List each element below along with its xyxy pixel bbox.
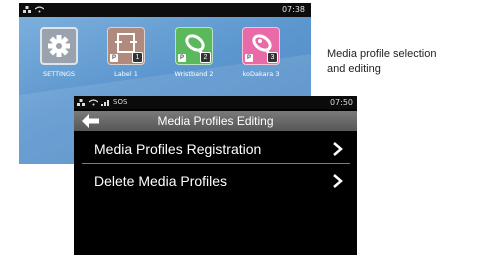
- home-status-bar: 07:38: [19, 3, 311, 17]
- media-profiles-editing-screen: SOS 07:50 Media Profiles Editing Media P…: [74, 96, 357, 255]
- signal-icon: [101, 99, 109, 106]
- menu-item-delete-media-profiles[interactable]: Delete Media Profiles: [82, 166, 350, 196]
- kodakara-tile-box: P 3: [242, 27, 280, 65]
- profile-number-badge: 1: [132, 52, 143, 63]
- wifi-icon: [35, 6, 44, 13]
- sos-indicator: SOS: [113, 98, 128, 106]
- caption-line-1: Media profile selection: [327, 48, 437, 60]
- printer-badge-icon: P: [178, 54, 186, 62]
- tile-wristband-2[interactable]: P 2 Wristband 2: [171, 27, 217, 78]
- tile-label-settings: SETTINGS: [42, 70, 75, 78]
- tile-label-kodakara: koDakara 3: [242, 70, 280, 78]
- menu-item-label: Media Profiles Registration: [94, 141, 262, 157]
- caption-line-2: and editing: [327, 63, 381, 75]
- tile-settings[interactable]: SETTINGS: [36, 27, 82, 78]
- page-title: Media Profiles Editing: [157, 114, 274, 128]
- tile-label-label1: Label 1: [114, 70, 138, 78]
- printer-badge-icon: P: [110, 54, 118, 62]
- network-icon: [77, 98, 85, 106]
- menu-item-media-profiles-registration[interactable]: Media Profiles Registration: [82, 134, 350, 164]
- label-tile-box: P 1: [107, 27, 145, 65]
- chevron-right-icon: [333, 142, 343, 156]
- tile-label-1[interactable]: P 1 Label 1: [103, 27, 149, 78]
- title-bar: Media Profiles Editing: [74, 111, 357, 131]
- profile-number-badge: 2: [200, 52, 211, 63]
- clock: 07:50: [329, 98, 353, 107]
- settings-tile-box: [40, 27, 78, 65]
- network-icon: [23, 6, 31, 13]
- caption: Media profile selection and editing: [327, 47, 477, 77]
- printer-badge-icon: P: [245, 54, 253, 62]
- wifi-icon: [89, 98, 98, 105]
- home-clock: 07:38: [281, 5, 305, 14]
- gear-icon: [48, 35, 70, 57]
- tile-label-wristband: Wristband 2: [174, 70, 214, 78]
- menu-item-label: Delete Media Profiles: [94, 173, 228, 189]
- wristband-tile-box: P 2: [175, 27, 213, 65]
- status-bar: SOS 07:50: [74, 96, 357, 109]
- profile-number-badge: 3: [267, 52, 278, 63]
- chevron-right-icon: [333, 174, 343, 188]
- tile-kodakara-3[interactable]: P 3 koDakara 3: [238, 27, 284, 78]
